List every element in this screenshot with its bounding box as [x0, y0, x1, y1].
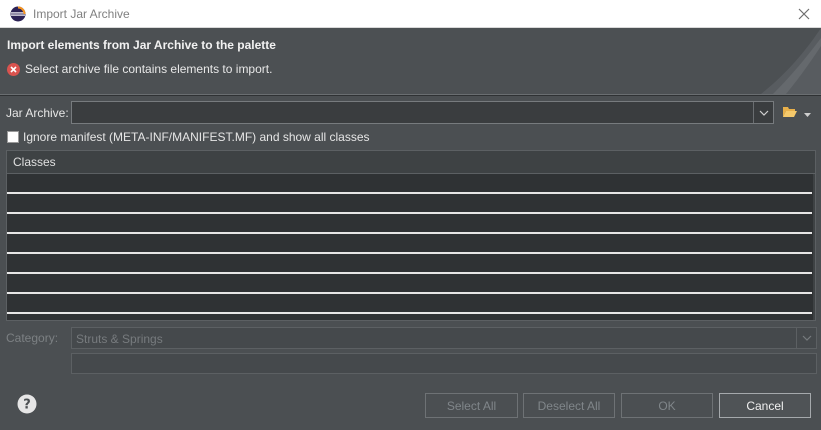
description-field [71, 353, 817, 374]
browse-button[interactable] [782, 103, 818, 123]
svg-text:?: ? [23, 398, 31, 413]
close-icon[interactable] [793, 3, 815, 25]
banner-message: Select archive file contains elements to… [25, 62, 273, 76]
window-title: Import Jar Archive [33, 6, 130, 21]
category-combo: Struts & Springs [71, 327, 817, 349]
table-row[interactable] [7, 294, 812, 314]
category-value: Struts & Springs [76, 332, 163, 346]
help-icon[interactable]: ? [17, 394, 37, 414]
error-icon [7, 62, 20, 76]
ok-button[interactable]: OK [621, 393, 713, 418]
ignore-manifest-row[interactable]: Ignore manifest (META-INF/MANIFEST.MF) a… [7, 130, 370, 144]
table-row[interactable] [7, 274, 812, 294]
classes-rows [7, 174, 815, 314]
folder-open-icon [782, 105, 798, 122]
banner-message-row: Select archive file contains elements to… [7, 62, 272, 76]
dialog-banner: Import elements from Jar Archive to the … [0, 28, 821, 94]
banner-heading: Import elements from Jar Archive to the … [7, 38, 276, 52]
table-row[interactable] [7, 234, 812, 254]
title-bar: Import Jar Archive [0, 0, 821, 28]
banner-separator-shadow [0, 95, 821, 96]
ignore-manifest-label: Ignore manifest (META-INF/MANIFEST.MF) a… [23, 130, 370, 144]
deselect-all-button[interactable]: Deselect All [523, 393, 615, 418]
jar-archive-label: Jar Archive: [6, 106, 69, 120]
classes-column-header[interactable]: Classes [7, 151, 815, 174]
table-row[interactable] [7, 214, 812, 234]
table-row[interactable] [7, 174, 812, 194]
classes-table[interactable]: Classes [6, 150, 816, 321]
select-all-button[interactable]: Select All [425, 393, 518, 418]
cancel-button[interactable]: Cancel [719, 393, 811, 418]
eclipse-icon [10, 6, 26, 22]
table-row[interactable] [7, 194, 812, 214]
table-row[interactable] [7, 254, 812, 274]
banner-graphic [761, 28, 821, 94]
jar-archive-combo[interactable] [71, 101, 774, 124]
category-label: Category: [6, 331, 59, 345]
table-scrollbar[interactable] [813, 174, 815, 320]
ignore-manifest-checkbox[interactable] [7, 131, 19, 143]
chevron-down-icon[interactable] [753, 102, 773, 123]
dropdown-arrow-icon[interactable] [804, 106, 811, 120]
chevron-down-icon [796, 328, 816, 348]
